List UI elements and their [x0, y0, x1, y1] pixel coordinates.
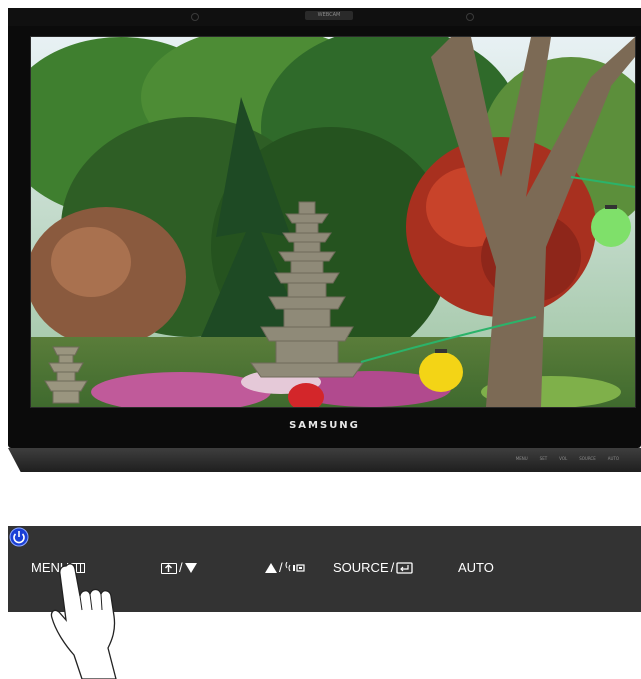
enter-icon — [396, 562, 413, 574]
base-label-auto: AUTO — [607, 456, 619, 461]
brightness-up-button[interactable]: / — [265, 560, 305, 576]
base-label-set: SET — [539, 456, 548, 461]
adjust-down-button[interactable]: / — [161, 560, 197, 576]
auto-button-label: AUTO — [458, 560, 494, 575]
brightness-icon — [285, 562, 305, 572]
base-label-vol: VOL — [559, 456, 568, 461]
source-enter-button[interactable]: SOURCE / — [333, 560, 413, 576]
up-triangle-icon — [265, 563, 277, 573]
base-label-source: SOURCE — [579, 456, 596, 461]
adjust-separator: / — [179, 560, 183, 575]
power-button[interactable] — [8, 526, 30, 548]
brightness-separator: / — [279, 560, 283, 575]
garden-photo — [31, 37, 635, 407]
sensor-icon-left — [191, 13, 199, 21]
screen-garden-photo — [30, 36, 636, 408]
monitor: WEBCAM SAMSUNG — [8, 8, 641, 448]
base-button-labels: MENU SET VOL SOURCE AUTO — [516, 456, 619, 461]
webcam: WEBCAM — [305, 11, 353, 20]
source-separator: / — [390, 560, 395, 575]
monitor-base: MENU SET VOL SOURCE AUTO — [8, 448, 641, 472]
picture-up-icon — [161, 562, 177, 574]
brand-logo: SAMSUNG — [289, 420, 360, 431]
source-button-label: SOURCE — [333, 560, 389, 575]
base-label-menu: MENU — [515, 456, 528, 461]
sensor-icon-right — [466, 13, 474, 21]
down-triangle-icon — [184, 563, 197, 573]
pointing-hand-icon — [50, 563, 117, 679]
auto-button[interactable]: AUTO — [458, 560, 494, 576]
